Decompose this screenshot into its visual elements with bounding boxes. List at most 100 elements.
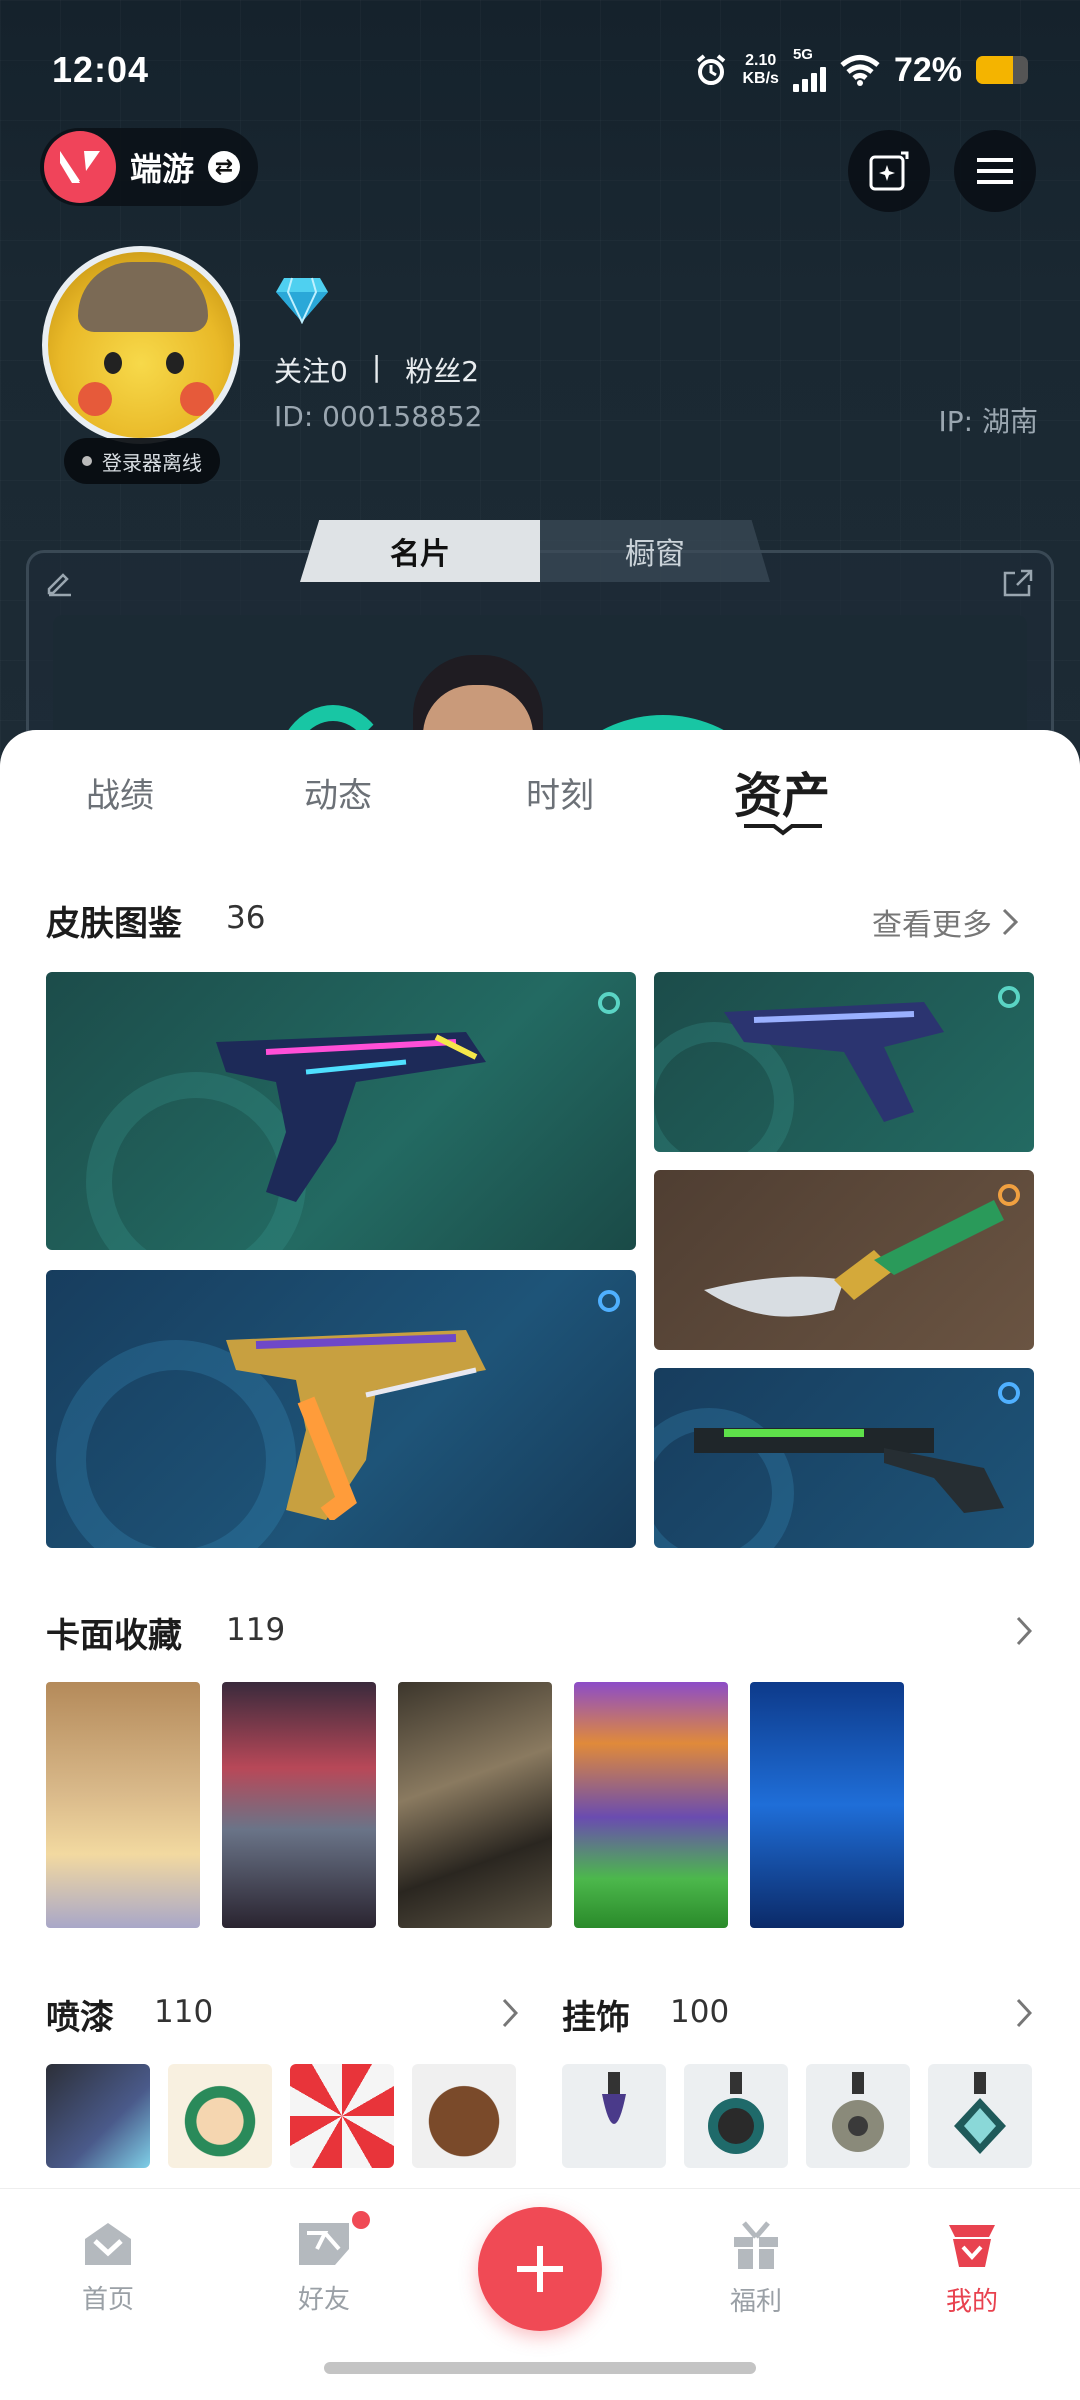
- card-sparkle-icon: [869, 151, 909, 191]
- cards-count: 119: [226, 1612, 286, 1648]
- battery-percent: 72%: [893, 50, 962, 89]
- alarm-icon: [697, 54, 726, 85]
- nav-rewards[interactable]: 福利: [686, 2219, 826, 2318]
- skin-weapon-image: [724, 1002, 944, 1122]
- avatar-cheek: [180, 382, 214, 416]
- gun-buddy-thumb[interactable]: [806, 2064, 910, 2168]
- wifi-icon: [840, 55, 880, 86]
- gift-icon: [734, 2221, 778, 2269]
- stats-separator: |: [371, 350, 382, 383]
- rarity-icon: [998, 986, 1020, 1008]
- skin-weapon-image: [694, 1428, 1004, 1513]
- skins-title: 皮肤图鉴: [46, 904, 182, 944]
- charms-count: 100: [670, 1994, 730, 2030]
- user-id: ID: 000158852: [274, 400, 483, 433]
- signal-bars-icon: [792, 62, 826, 92]
- skin-tile[interactable]: [46, 1270, 636, 1548]
- nav-home-label: 首页: [81, 2285, 134, 2315]
- player-card-thumb[interactable]: [750, 1682, 904, 1928]
- sprays-count: 110: [154, 1994, 214, 2030]
- app-switcher[interactable]: 端游 ⇄: [40, 128, 259, 206]
- nav-rewards-label: 福利: [729, 2287, 782, 2317]
- share-icon[interactable]: [1001, 567, 1035, 599]
- charm-image: [832, 2072, 884, 2152]
- spray-thumb[interactable]: [412, 2064, 516, 2168]
- player-card-thumb[interactable]: [46, 1682, 200, 1928]
- nav-profile[interactable]: 我的: [902, 2219, 1042, 2318]
- player-card-thumb[interactable]: [398, 1682, 552, 1928]
- main-tabs: 战绩 动态 时刻 资产: [0, 730, 1080, 848]
- plus-icon: [517, 2246, 563, 2292]
- skin-tile[interactable]: [654, 1368, 1034, 1548]
- skin-weapon-image: [704, 1200, 1004, 1317]
- charm-image: [708, 2072, 764, 2154]
- tab-assets[interactable]: 资产: [734, 756, 830, 826]
- net-speed-unit: KB/s: [742, 70, 779, 87]
- status-bar: 12:04 2.10 KB/s 5G 72%: [0, 0, 1080, 140]
- network-type: 5G: [792, 46, 813, 63]
- nav-friends-label: 好友: [297, 2285, 350, 2315]
- active-tab-indicator: [744, 824, 822, 836]
- cell-signal: 5G: [792, 46, 826, 92]
- charm-image: [602, 2072, 626, 2124]
- spray-thumb[interactable]: [168, 2064, 272, 2168]
- menu-icon: [977, 158, 1013, 184]
- skins-more-label: 查看更多: [872, 908, 992, 943]
- rarity-icon: [998, 1382, 1020, 1404]
- following-count[interactable]: 关注0: [274, 350, 348, 390]
- status-icons: 2.10 KB/s 5G 72%: [694, 46, 1028, 92]
- tab-showcase[interactable]: 橱窗: [540, 520, 770, 582]
- switch-icon: ⇄: [208, 151, 241, 183]
- tab-feed[interactable]: 动态: [304, 768, 372, 817]
- nav-profile-label: 我的: [945, 2287, 998, 2317]
- card-edit-button[interactable]: [848, 130, 930, 212]
- sprays-chevron-right-icon[interactable]: [502, 1998, 518, 2028]
- avatar-eye: [166, 352, 184, 374]
- net-speed-value: 2.10: [745, 52, 777, 69]
- valorant-logo-icon: [44, 131, 116, 203]
- tab-stats[interactable]: 战绩: [86, 768, 154, 817]
- charms-title: 挂饰: [562, 1998, 630, 2038]
- player-card-thumb[interactable]: [574, 1682, 728, 1928]
- home-indicator[interactable]: [324, 2362, 756, 2374]
- ip-location: IP: 湖南: [938, 405, 1038, 438]
- menu-button[interactable]: [954, 130, 1036, 212]
- tab-moments[interactable]: 时刻: [526, 768, 594, 817]
- avatar-hat: [78, 262, 208, 332]
- skin-tile[interactable]: [654, 1170, 1034, 1350]
- net-speed: 2.10 KB/s: [742, 52, 778, 88]
- friends-icon: [299, 2223, 349, 2265]
- status-time: 12:04: [52, 49, 150, 90]
- spray-thumb[interactable]: [290, 2064, 394, 2168]
- sprays-title: 喷漆: [46, 1998, 114, 2038]
- edit-icon[interactable]: [45, 567, 75, 597]
- player-card-thumb[interactable]: [222, 1682, 376, 1928]
- app-name: 端游: [130, 150, 195, 188]
- diamond-icon: [276, 277, 328, 324]
- charms-chevron-right-icon[interactable]: [1016, 1998, 1032, 2028]
- battery-fill: [976, 56, 1014, 84]
- avatar[interactable]: [42, 246, 240, 444]
- gun-buddy-thumb[interactable]: [684, 2064, 788, 2168]
- skin-weapon-image: [216, 1032, 486, 1202]
- nav-home[interactable]: 首页: [38, 2219, 178, 2316]
- tab-name-card[interactable]: 名片: [300, 520, 540, 582]
- skin-tile[interactable]: [654, 972, 1034, 1152]
- nav-friends[interactable]: 好友: [254, 2219, 394, 2316]
- cards-chevron-right-icon[interactable]: [1016, 1616, 1032, 1646]
- gun-buddy-thumb[interactable]: [928, 2064, 1032, 2168]
- gun-buddy-thumb[interactable]: [562, 2064, 666, 2168]
- battery-icon: [976, 56, 1028, 84]
- profile-header: 12:04 2.10 KB/s 5G 72% 端游 ⇄ 登录器离线 关注0 | …: [0, 0, 1080, 760]
- skin-weapon-image: [226, 1330, 486, 1520]
- chevron-right-icon: [1002, 908, 1018, 936]
- charm-image: [954, 2072, 1006, 2154]
- followers-count[interactable]: 粉丝2: [405, 350, 479, 390]
- create-post-button[interactable]: [478, 2207, 602, 2331]
- skin-tile[interactable]: [46, 972, 636, 1250]
- skins-more-link[interactable]: 查看更多: [872, 900, 1018, 944]
- status-dot-icon: [82, 456, 92, 466]
- avatar-eye: [104, 352, 122, 374]
- spray-thumb[interactable]: [46, 2064, 150, 2168]
- rarity-icon: [598, 992, 620, 1014]
